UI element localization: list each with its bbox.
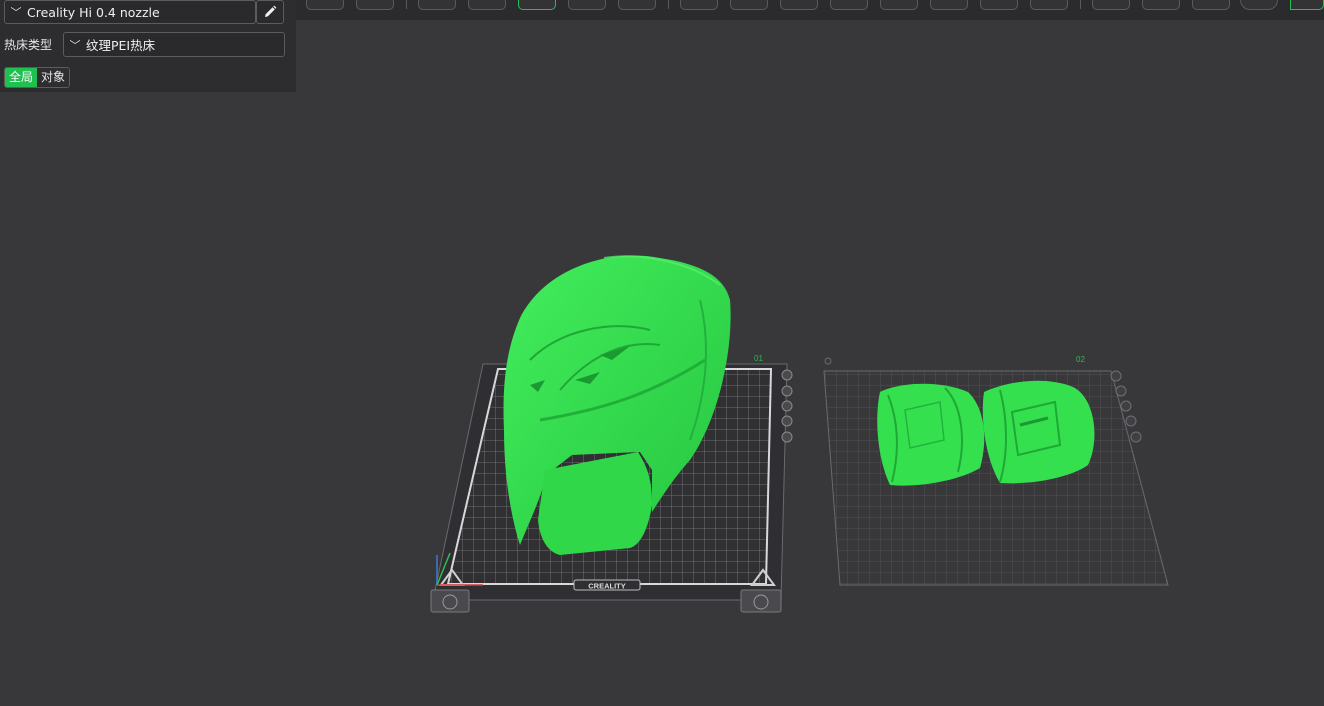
arrange-plate-icon[interactable] bbox=[1115, 385, 1127, 397]
arrange-plate-icon[interactable] bbox=[781, 385, 793, 397]
plate-1-number: 01 bbox=[754, 354, 763, 363]
plate-settings-icon[interactable] bbox=[781, 431, 793, 443]
gauntlet-model-2[interactable] bbox=[982, 380, 1095, 484]
close-plate-icon[interactable] bbox=[781, 369, 793, 381]
lock-plate-icon[interactable] bbox=[1125, 415, 1137, 427]
orient-plate-icon[interactable] bbox=[1120, 400, 1132, 412]
viewport-3d[interactable]: CREALITY 01 02 bbox=[0, 0, 1324, 706]
lock-plate-icon[interactable] bbox=[781, 415, 793, 427]
bed-logo: CREALITY bbox=[588, 582, 626, 591]
orient-plate-icon[interactable] bbox=[781, 400, 793, 412]
plate-settings-icon[interactable] bbox=[1130, 431, 1142, 443]
gauntlet-model-1[interactable] bbox=[877, 383, 985, 486]
plate-2-number: 02 bbox=[1076, 355, 1085, 364]
close-plate-icon[interactable] bbox=[1110, 370, 1122, 382]
